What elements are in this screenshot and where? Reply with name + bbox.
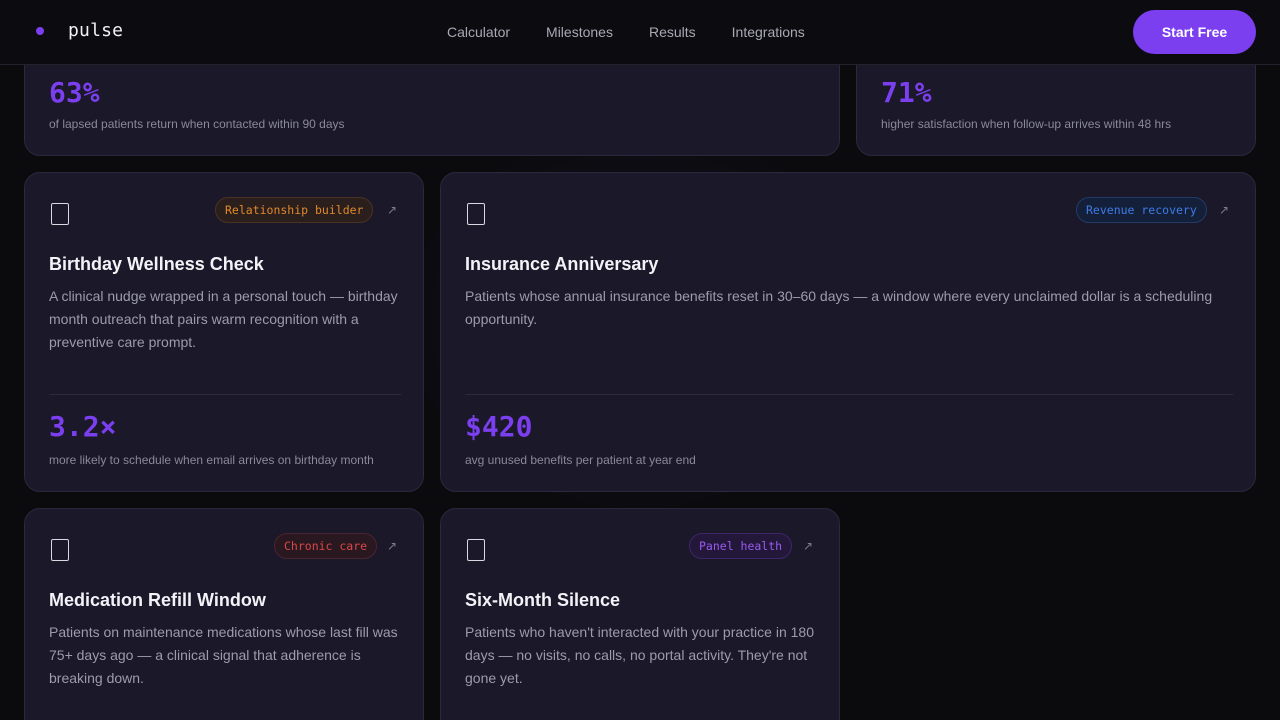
document-icon <box>467 539 485 561</box>
stat-value: 71% <box>881 76 932 109</box>
nav-links: Calculator Milestones Results Integratio… <box>447 23 841 41</box>
stat-label: higher satisfaction when follow-up arriv… <box>881 117 1172 131</box>
arrow-up-right-icon[interactable]: ↗ <box>387 203 397 217</box>
stat-card-return-rate: 63% of lapsed patients return when conta… <box>24 64 840 156</box>
stat-label: of lapsed patients return when contacted… <box>49 117 345 131</box>
document-icon <box>467 203 485 225</box>
arrow-up-right-icon[interactable]: ↗ <box>1219 203 1229 217</box>
card-title: Six-Month Silence <box>465 590 621 610</box>
signal-card-medication[interactable]: Chronic care ↗ Medication Refill Window … <box>24 508 424 720</box>
document-icon <box>51 203 69 225</box>
card-metric-label: more likely to schedule when email arriv… <box>49 453 374 467</box>
stat-card-satisfaction: 71% higher satisfaction when follow-up a… <box>856 64 1256 156</box>
category-tag: Relationship builder <box>215 197 374 223</box>
nav-link-milestones[interactable]: Milestones <box>546 23 613 41</box>
stat-value: 63% <box>49 76 100 109</box>
card-divider <box>465 394 1233 395</box>
nav-link-results[interactable]: Results <box>649 23 696 41</box>
nav-link-integrations[interactable]: Integrations <box>732 23 805 41</box>
card-description: Patients on maintenance medications whos… <box>49 624 398 686</box>
category-tag: Panel health <box>689 533 793 559</box>
card-description: A clinical nudge wrapped in a personal t… <box>49 288 398 350</box>
card-description: Patients whose annual insurance benefits… <box>465 288 1213 327</box>
start-free-button[interactable]: Start Free <box>1133 10 1256 54</box>
arrow-up-right-icon[interactable]: ↗ <box>803 539 813 553</box>
card-description: Patients who haven't interacted with you… <box>465 624 814 686</box>
card-metric: 3.2× <box>49 410 117 443</box>
brand-dot-icon <box>36 27 44 35</box>
card-metric: $420 <box>465 410 533 443</box>
signal-card-insurance[interactable]: Revenue recovery ↗ Insurance Anniversary… <box>440 172 1256 492</box>
card-title: Medication Refill Window <box>49 590 266 610</box>
card-title: Insurance Anniversary <box>465 254 659 274</box>
signal-card-birthday[interactable]: Relationship builder ↗ Birthday Wellness… <box>24 172 424 492</box>
brand[interactable]: pulse <box>36 20 123 42</box>
category-tag: Revenue recovery <box>1076 197 1207 223</box>
card-metric-label: avg unused benefits per patient at year … <box>465 453 696 467</box>
nav-link-calculator[interactable]: Calculator <box>447 23 510 41</box>
document-icon <box>51 539 69 561</box>
arrow-up-right-icon[interactable]: ↗ <box>387 539 397 553</box>
card-divider <box>49 394 401 395</box>
signal-card-six-month[interactable]: Panel health ↗ Six-Month Silence Patient… <box>440 508 840 720</box>
top-navigation: pulse Calculator Milestones Results Inte… <box>0 0 1280 65</box>
card-title: Birthday Wellness Check <box>49 254 264 274</box>
category-tag: Chronic care <box>274 533 378 559</box>
brand-name: pulse <box>68 20 124 41</box>
